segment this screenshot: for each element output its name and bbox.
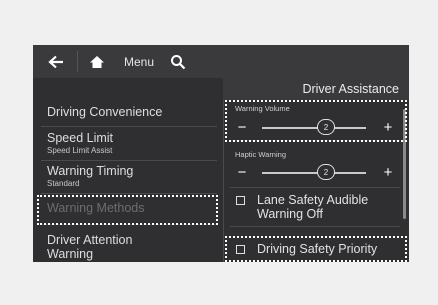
menu-item-label: Driving Convenience xyxy=(47,105,163,119)
haptic-decrease-button[interactable]: − xyxy=(234,162,250,182)
menu-item-label: Speed Limit xyxy=(47,131,114,145)
back-button[interactable] xyxy=(39,45,73,78)
page-title: Driver Assistance xyxy=(302,82,399,96)
scrollbar[interactable] xyxy=(403,109,406,219)
menu-item-sub: Speed Limit Assist xyxy=(47,146,113,155)
haptic-warning-label: Haptic Warning xyxy=(235,150,286,159)
slider-track[interactable] xyxy=(262,127,366,129)
menu-item-label: Warning Timing xyxy=(47,164,134,178)
divider xyxy=(41,160,217,161)
menu-item-sub: Standard xyxy=(47,179,80,188)
slider-track[interactable] xyxy=(262,172,366,174)
section-header: Driver Assistance xyxy=(223,78,409,100)
haptic-warning-slider[interactable]: − 2 + xyxy=(232,162,396,182)
driving-safety-priority-checkbox[interactable] xyxy=(236,245,245,254)
toolbar-divider xyxy=(77,51,78,72)
lane-safety-checkbox[interactable] xyxy=(236,196,245,205)
lane-safety-label-line1: Lane Safety Audible xyxy=(257,193,369,207)
top-toolbar: Menu xyxy=(33,45,409,78)
warning-volume-label: Warning Volume xyxy=(235,104,290,113)
menu-button[interactable]: Menu xyxy=(119,45,159,78)
menu-item-driving-convenience[interactable]: Driving Convenience xyxy=(47,105,162,119)
search-button[interactable] xyxy=(165,45,191,78)
volume-increase-button[interactable]: + xyxy=(380,117,396,137)
volume-decrease-button[interactable]: − xyxy=(234,117,250,137)
menu-label: Menu xyxy=(123,54,155,69)
menu-item-warning-timing[interactable]: Warning Timing Standard xyxy=(47,164,133,188)
divider xyxy=(230,226,400,227)
divider xyxy=(41,126,217,127)
menu-item-driver-attention[interactable]: Driver Attention Warning xyxy=(47,233,132,261)
slider-knob[interactable]: 2 xyxy=(317,164,335,180)
menu-item-label-line2: Warning xyxy=(47,247,94,261)
driving-safety-priority-option[interactable]: Driving Safety Priority xyxy=(236,242,377,256)
settings-detail-panel: Warning Volume − 2 + Haptic Warning − 2 … xyxy=(224,100,409,262)
settings-menu-list: Driving Convenience Speed Limit Speed Li… xyxy=(33,100,223,262)
menu-item-warning-methods[interactable]: Warning Methods xyxy=(47,201,145,215)
arrow-left-icon xyxy=(48,55,63,68)
haptic-increase-button[interactable]: + xyxy=(380,162,396,182)
divider xyxy=(230,140,400,141)
menu-item-speed-limit[interactable]: Speed Limit Speed Limit Assist xyxy=(47,131,113,155)
divider xyxy=(41,224,217,225)
lane-safety-option[interactable]: Lane Safety Audible Warning Off xyxy=(236,193,368,221)
home-icon xyxy=(90,55,104,68)
lane-safety-label-line2: Warning Off xyxy=(257,207,323,221)
warning-volume-slider[interactable]: − 2 + xyxy=(232,117,396,137)
home-button[interactable] xyxy=(82,45,112,78)
divider xyxy=(41,193,217,194)
search-icon xyxy=(171,54,186,69)
menu-item-label: Driver Attention xyxy=(47,233,133,247)
divider xyxy=(230,187,400,188)
lane-safety-label: Lane Safety Audible Warning Off xyxy=(257,193,368,221)
slider-knob[interactable]: 2 xyxy=(317,119,335,135)
menu-item-label: Warning Methods xyxy=(47,201,145,215)
infotainment-screen: Menu Driver Assistance Driving Convenien… xyxy=(33,45,409,262)
driving-safety-priority-label: Driving Safety Priority xyxy=(257,242,378,256)
